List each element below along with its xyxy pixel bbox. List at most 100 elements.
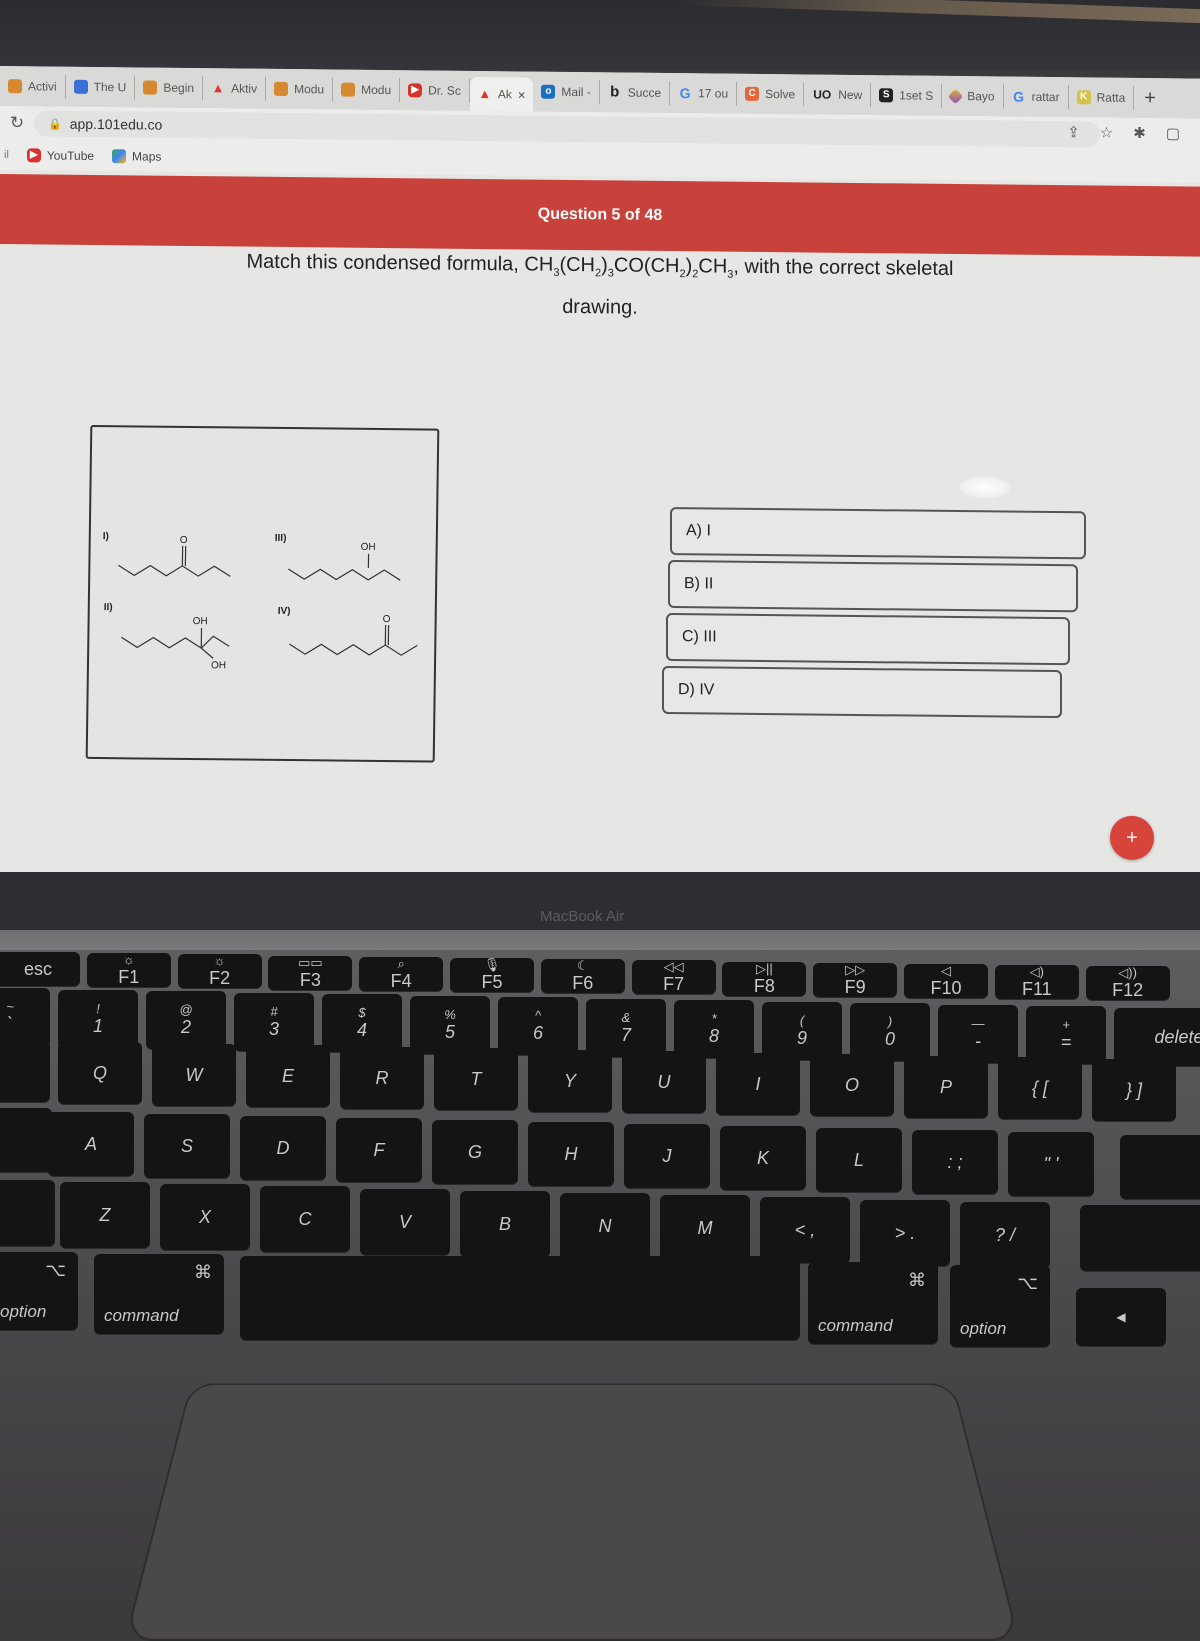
letter-key[interactable]: Y: [528, 1050, 612, 1112]
number-key[interactable]: —-: [938, 1005, 1018, 1063]
letter-key[interactable]: ? /: [960, 1202, 1050, 1268]
letter-key[interactable]: E: [246, 1045, 330, 1107]
browser-tab[interactable]: G17 ou: [670, 81, 737, 106]
letter-key[interactable]: Q: [58, 1042, 142, 1104]
option-c[interactable]: C) III: [666, 613, 1070, 665]
browser-tab[interactable]: Activi: [0, 74, 66, 99]
browser-tab[interactable]: oMail -: [533, 80, 599, 105]
letter-key[interactable]: L: [816, 1128, 902, 1192]
add-button[interactable]: +: [1110, 816, 1154, 860]
function-key-f10[interactable]: ◁F10: [904, 964, 988, 998]
delete-key[interactable]: delete: [1114, 1008, 1200, 1066]
browser-tab[interactable]: UONew: [804, 82, 871, 107]
space-bar[interactable]: [240, 1256, 800, 1340]
letter-key[interactable]: B: [460, 1191, 550, 1257]
number-key[interactable]: &7: [586, 999, 666, 1057]
number-key[interactable]: #3: [234, 993, 314, 1051]
bookmark-youtube[interactable]: ▶ YouTube: [27, 148, 94, 163]
browser-tab[interactable]: CSolve: [737, 82, 804, 107]
letter-key[interactable]: P: [904, 1056, 988, 1118]
sidebar-icon[interactable]: ▢: [1166, 124, 1180, 142]
number-key[interactable]: @2: [146, 991, 226, 1049]
tab-key[interactable]: [0, 1040, 50, 1102]
letter-key[interactable]: D: [240, 1116, 326, 1180]
number-key[interactable]: (9: [762, 1002, 842, 1060]
trackpad[interactable]: [124, 1383, 1019, 1641]
function-key-f2[interactable]: ☼F2: [178, 954, 262, 988]
browser-tab[interactable]: bSucce: [600, 80, 670, 105]
command-left-key[interactable]: ⌘command: [94, 1254, 224, 1334]
letter-key[interactable]: H: [528, 1122, 614, 1186]
command-right-key[interactable]: ⌘command: [808, 1262, 938, 1344]
share-icon[interactable]: ⇪: [1067, 123, 1080, 141]
bookmark-star-icon[interactable]: ☆: [1100, 124, 1113, 142]
letter-key[interactable]: F: [336, 1118, 422, 1182]
function-key-f6[interactable]: ☾F6: [541, 959, 625, 993]
number-key[interactable]: $4: [322, 994, 402, 1052]
letter-key[interactable]: C: [260, 1186, 350, 1252]
number-key[interactable]: *8: [674, 1000, 754, 1058]
letter-key[interactable]: K: [720, 1126, 806, 1190]
close-tab-icon[interactable]: ×: [518, 87, 526, 102]
letter-key[interactable]: M: [660, 1195, 750, 1261]
escape-key[interactable]: esc: [0, 952, 80, 986]
letter-key[interactable]: A: [48, 1112, 134, 1176]
option-left-key[interactable]: ⌥option: [0, 1252, 78, 1330]
function-key-f5[interactable]: 🎙F5: [450, 958, 534, 992]
option-a[interactable]: A) I: [670, 507, 1086, 559]
number-key[interactable]: )0: [850, 1003, 930, 1061]
function-key-f4[interactable]: ⌕F4: [359, 957, 443, 991]
browser-tab[interactable]: Grattar: [1004, 85, 1069, 110]
function-key-f7[interactable]: ◁◁F7: [632, 960, 716, 994]
arrow-left-key[interactable]: ◀: [1076, 1288, 1166, 1346]
letter-key[interactable]: X: [160, 1184, 250, 1250]
letter-key[interactable]: G: [432, 1120, 518, 1184]
number-key[interactable]: %5: [410, 996, 490, 1054]
letter-key[interactable]: N: [560, 1193, 650, 1259]
function-key-f9[interactable]: ▷▷F9: [813, 963, 897, 997]
letter-key[interactable]: > .: [860, 1200, 950, 1266]
letter-key[interactable]: U: [622, 1051, 706, 1113]
extensions-icon[interactable]: ✱: [1133, 124, 1146, 142]
return-key[interactable]: [1120, 1135, 1200, 1199]
letter-key[interactable]: } ]: [1092, 1059, 1176, 1121]
shift-left-key[interactable]: [0, 1180, 55, 1246]
browser-tab[interactable]: The U: [66, 75, 136, 100]
new-tab-button[interactable]: +: [1134, 86, 1166, 109]
letter-key[interactable]: R: [340, 1047, 424, 1109]
option-d[interactable]: D) IV: [662, 666, 1062, 718]
letter-key[interactable]: { [: [998, 1057, 1082, 1119]
browser-tab[interactable]: ▲Ak×: [470, 77, 534, 112]
letter-key[interactable]: V: [360, 1189, 450, 1255]
letter-key[interactable]: T: [434, 1048, 518, 1110]
browser-tab[interactable]: ▶Dr. Sc: [400, 78, 470, 103]
browser-tab[interactable]: Bayo: [942, 84, 1003, 109]
reload-icon[interactable]: ↻: [0, 113, 34, 133]
letter-key[interactable]: I: [716, 1053, 800, 1115]
number-key[interactable]: ~`: [0, 988, 50, 1046]
browser-tab[interactable]: Modu: [333, 77, 400, 102]
option-right-key[interactable]: ⌥option: [950, 1265, 1050, 1347]
letter-key[interactable]: W: [152, 1044, 236, 1106]
function-key-f12[interactable]: ◁))F12: [1086, 966, 1170, 1000]
letter-key[interactable]: Z: [60, 1182, 150, 1248]
browser-tab[interactable]: KRatta: [1069, 85, 1135, 110]
function-key-f3[interactable]: ▭▭F3: [268, 956, 352, 990]
letter-key[interactable]: S: [144, 1114, 230, 1178]
bookmark-maps[interactable]: Maps: [112, 149, 161, 164]
function-key-f1[interactable]: ☼F1: [87, 953, 171, 987]
number-key[interactable]: ^6: [498, 997, 578, 1055]
letter-key[interactable]: : ;: [912, 1130, 998, 1194]
letter-key[interactable]: < ,: [760, 1197, 850, 1263]
option-b[interactable]: B) II: [668, 560, 1078, 612]
browser-tab[interactable]: S1set S: [871, 83, 942, 108]
caps-lock-key[interactable]: [0, 1108, 52, 1172]
letter-key[interactable]: J: [624, 1124, 710, 1188]
function-key-f11[interactable]: ◁)F11: [995, 965, 1079, 999]
browser-tab[interactable]: ▲Aktiv: [203, 76, 266, 101]
number-key[interactable]: !1: [58, 990, 138, 1048]
browser-tab[interactable]: Modu: [266, 77, 333, 102]
letter-key[interactable]: O: [810, 1054, 894, 1116]
shift-right-key[interactable]: [1080, 1205, 1200, 1271]
number-key[interactable]: +=: [1026, 1006, 1106, 1064]
